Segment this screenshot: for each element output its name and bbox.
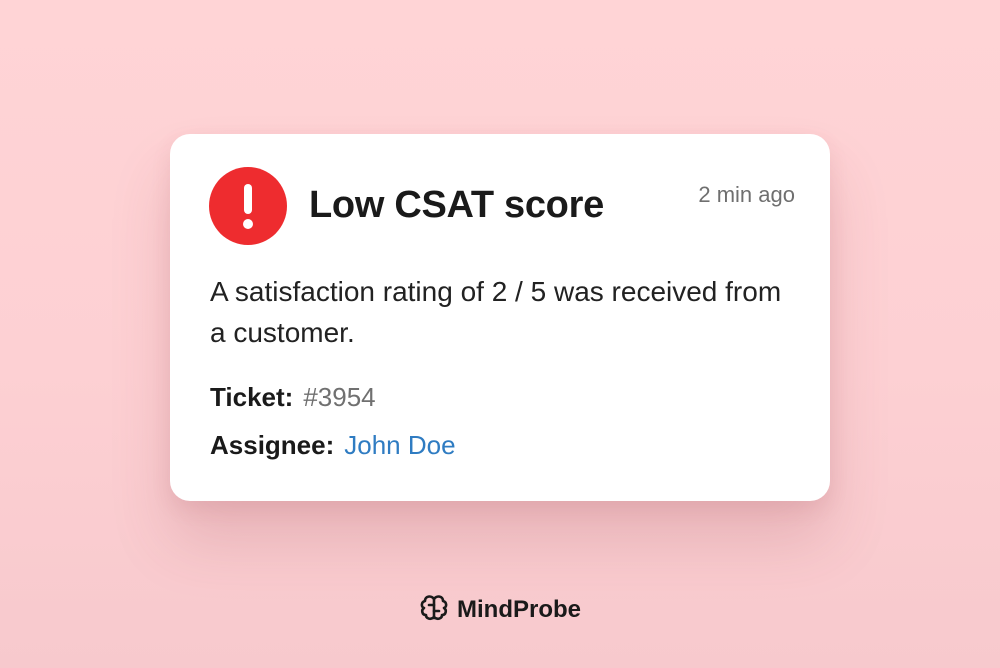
brain-icon bbox=[419, 593, 449, 623]
brand-name: MindProbe bbox=[457, 596, 581, 623]
assignee-link[interactable]: John Doe bbox=[344, 430, 455, 460]
notification-message: A satisfaction rating of 2 / 5 was recei… bbox=[210, 276, 782, 348]
notification-title: Low CSAT score bbox=[309, 184, 604, 226]
notification-timestamp: 2 min ago bbox=[698, 182, 795, 207]
notification-card: Low CSAT score 2 min ago A satisfaction … bbox=[170, 134, 830, 501]
ticket-number: #3954 bbox=[303, 382, 376, 412]
ticket-row: Ticket: #3954 bbox=[210, 381, 376, 413]
alert-exclamation-icon bbox=[209, 167, 287, 245]
assignee-label: Assignee: bbox=[210, 430, 335, 460]
ticket-label: Ticket: bbox=[210, 382, 294, 412]
assignee-row: Assignee: John Doe bbox=[210, 429, 456, 461]
brand-logo: MindProbe bbox=[0, 594, 1000, 626]
